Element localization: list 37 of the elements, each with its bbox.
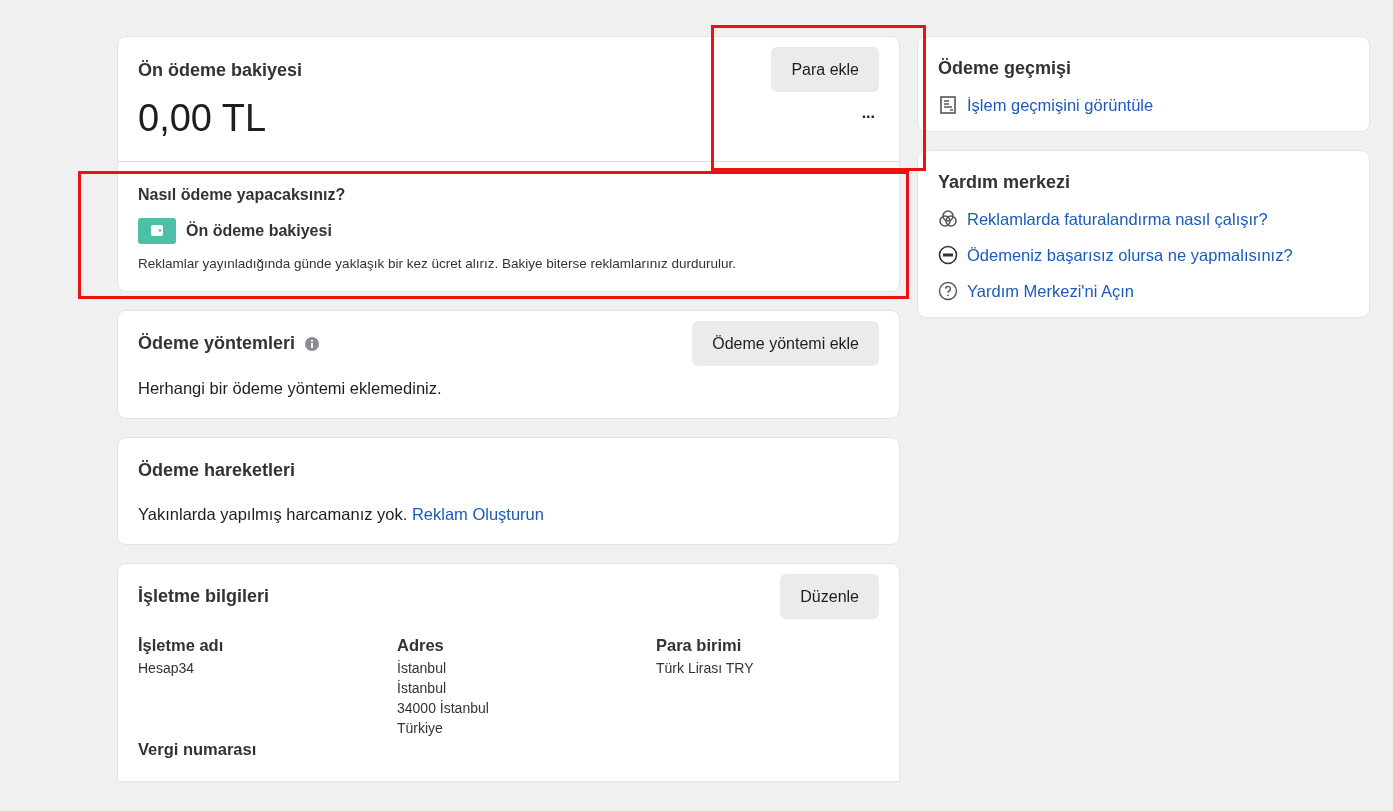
more-button[interactable]: ...	[857, 106, 879, 120]
info-icon	[305, 336, 320, 351]
card-title: İşletme bilgileri	[138, 586, 270, 607]
section-title: Nasıl ödeme yapacaksınız?	[138, 186, 347, 204]
empty-message: Herhangi bir ödeme yöntemi eklemediniz.	[138, 379, 443, 398]
field-value: Hesap34	[138, 659, 196, 678]
method-name: Ön ödeme bakiyesi	[186, 222, 332, 240]
create-ad-link[interactable]: Reklam Oluşturun	[411, 505, 544, 523]
card-title: Yardım merkezi	[938, 172, 1072, 193]
help-link[interactable]: Reklamlarda faturalandırma nasıl çalışır?	[967, 209, 1268, 229]
field-value: Türk Lirası TRY	[656, 659, 755, 678]
activity-message: Yakınlarda yapılmış harcamanız yok.	[138, 505, 408, 523]
wallet-icon	[138, 218, 176, 244]
edit-button[interactable]: Düzenle	[780, 574, 879, 619]
field-label: Para birimi	[656, 636, 743, 655]
field-label: İşletme adı	[138, 636, 225, 655]
field-value: İstanbul	[397, 679, 448, 698]
field-label: Adres	[397, 636, 445, 655]
card-title: Ödeme geçmişi	[938, 58, 1073, 79]
add-payment-method-button[interactable]: Ödeme yöntemi ekle	[692, 321, 879, 366]
balance-amount: 0,00 TL	[138, 97, 268, 140]
help-link[interactable]: Ödemeniz başarısız olursa ne yapmalısınız?	[967, 245, 1293, 265]
billing-note: Reklamlar yayınladığında günde yaklaşık bir kez ücret alırız. Bakiye biterse reklamlarınız durdurulur.	[138, 256, 738, 271]
field-label: Vergi numarası	[138, 740, 258, 759]
card-title: Ön ödeme bakiyesi	[138, 60, 303, 81]
receipt-icon	[938, 95, 958, 115]
field-value: Türkiye	[397, 719, 444, 738]
field-value: İstanbul	[397, 659, 448, 678]
help-link[interactable]: Yardım Merkezi'ni Açın	[967, 281, 1134, 301]
card-title: Ödeme yöntemleri	[138, 333, 296, 354]
help-icon	[938, 281, 958, 301]
minus-circle-icon	[938, 245, 958, 265]
rings-icon	[938, 209, 958, 229]
field-value: 34000 İstanbul	[397, 699, 490, 718]
card-title: Ödeme hareketleri	[138, 459, 296, 481]
help-link[interactable]: İşlem geçmişini görüntüle	[967, 95, 1154, 115]
add-money-button[interactable]: Para ekle	[771, 47, 879, 92]
